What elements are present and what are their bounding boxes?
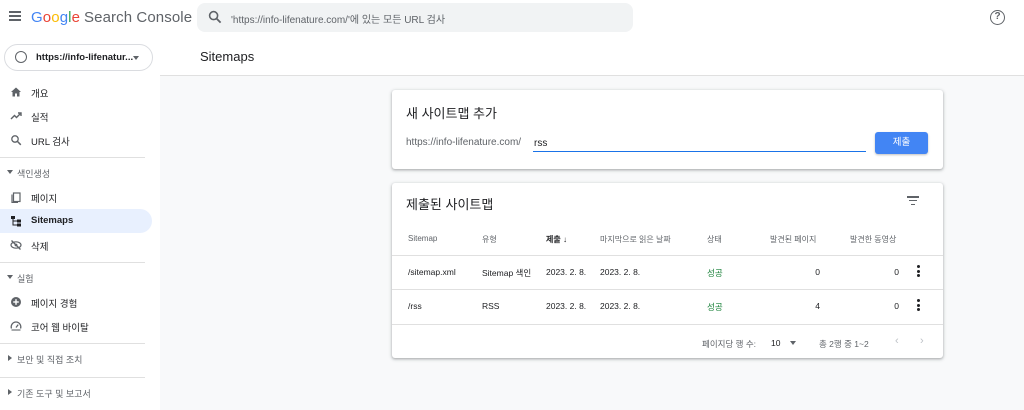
nav-label: 코어 웹 바이탈	[31, 323, 89, 334]
cell-videos: 0	[894, 301, 899, 311]
rows-per-page-label: 페이지당 행 수:	[702, 339, 757, 349]
collapse-icon	[7, 275, 13, 279]
search-icon	[208, 10, 222, 24]
chevron-down-icon[interactable]	[790, 341, 796, 345]
property-selector[interactable]: https://info-lifenatur...	[4, 44, 153, 71]
nav-removals[interactable]: 삭제	[0, 233, 152, 257]
sitemap-icon	[11, 216, 21, 227]
left-navigation: https://info-lifenatur... 개요 실적 URL 검사 색…	[0, 36, 160, 410]
help-icon[interactable]: ?	[990, 10, 1005, 25]
section-label: 보안 및 직접 조치	[17, 355, 83, 365]
more-vert-icon[interactable]	[917, 299, 921, 313]
nav-overview[interactable]: 개요	[0, 80, 152, 104]
add-circle-icon	[11, 297, 21, 307]
section-label: 기존 도구 및 보고서	[17, 389, 91, 399]
table-pagination: 페이지당 행 수: 10 총 2행 중 1~2 ‹ ›	[392, 324, 943, 358]
nav-core-web-vitals[interactable]: 코어 웹 바이탈	[0, 314, 152, 338]
chevron-right-icon[interactable]: ›	[920, 335, 924, 347]
expand-icon	[8, 355, 12, 361]
nav-label: URL 검사	[31, 137, 70, 148]
menu-icon[interactable]	[9, 11, 21, 21]
column-header[interactable]: Sitemap	[408, 234, 437, 243]
trending-up-icon	[10, 112, 22, 120]
cell-submitted: 2023. 2. 8.	[546, 267, 587, 277]
cell-status: 성공	[707, 302, 723, 312]
section-experience[interactable]: 실험	[0, 268, 152, 288]
nav-label: 개요	[31, 89, 49, 100]
property-label: https://info-lifenatur...	[36, 52, 134, 63]
top-app-bar: Google Search Console 'https://info-lifen…	[0, 0, 1024, 36]
add-sitemap-card: 새 사이트맵 추가 https://info-lifenature.com/ 제…	[392, 90, 943, 169]
section-legacy-tools[interactable]: 기존 도구 및 보고서	[0, 383, 152, 403]
cell-submitted: 2023. 2. 8.	[546, 301, 587, 311]
table-row[interactable]: /sitemap.xml Sitemap 색인 2023. 2. 8. 2023…	[392, 255, 943, 289]
cell-last-read: 2023. 2. 8.	[600, 267, 641, 277]
section-indexing[interactable]: 색인생성	[0, 163, 152, 183]
cell-pages: 4	[815, 301, 820, 311]
cell-type: Sitemap 색인	[482, 268, 532, 278]
filter-icon[interactable]	[907, 196, 919, 206]
cell-sitemap: /rss	[408, 301, 422, 311]
search-icon	[11, 135, 22, 146]
submitted-sitemaps-card: 제출된 사이트맵 Sitemap 유형 제출 ↓ 마지막으로 읽은 날짜 상태 …	[392, 183, 943, 358]
nav-pages[interactable]: 페이지	[0, 185, 152, 209]
nav-divider	[0, 157, 145, 158]
column-header[interactable]: 유형	[482, 234, 497, 245]
product-name: Search Console	[84, 9, 193, 26]
chevron-down-icon	[133, 56, 139, 60]
nav-label: 실적	[31, 113, 49, 124]
submit-button[interactable]: 제출	[875, 132, 928, 154]
nav-label: 페이지	[31, 194, 58, 205]
cell-sitemap: /sitemap.xml	[408, 267, 456, 277]
page-title: Sitemaps	[200, 49, 255, 64]
column-header[interactable]: 발견된 페이지	[770, 234, 816, 245]
column-header-sorted[interactable]: 제출 ↓	[546, 234, 567, 245]
card-title: 새 사이트맵 추가	[406, 106, 497, 121]
nav-performance[interactable]: 실적	[0, 104, 152, 128]
pagination-count: 총 2행 중 1~2	[819, 339, 869, 349]
nav-page-experience[interactable]: 페이지 경험	[0, 290, 152, 314]
cell-status: 성공	[707, 268, 723, 278]
cell-pages: 0	[815, 267, 820, 277]
url-inspection-search[interactable]: 'https://info-lifenature.com/'에 있는 모든 UR…	[197, 3, 633, 32]
card-title: 제출된 사이트맵	[406, 197, 494, 212]
rows-per-page-select[interactable]: 10	[771, 338, 780, 348]
nav-url-inspection[interactable]: URL 검사	[0, 128, 152, 152]
expand-icon	[8, 389, 12, 395]
nav-label: Sitemaps	[31, 215, 74, 226]
collapse-icon	[7, 170, 13, 174]
column-header[interactable]: 마지막으로 읽은 날짜	[600, 234, 671, 245]
column-header-label: 제출	[546, 235, 561, 244]
page-header: Sitemaps	[160, 36, 1024, 76]
arrow-down-icon: ↓	[562, 235, 567, 244]
column-header[interactable]: 발견한 동영상	[850, 234, 896, 245]
cell-type: RSS	[482, 301, 500, 311]
chevron-left-icon[interactable]: ‹	[895, 335, 899, 347]
nav-label: 삭제	[31, 242, 49, 253]
more-vert-icon[interactable]	[917, 265, 921, 279]
speed-icon	[10, 321, 22, 331]
section-label: 실험	[17, 274, 34, 284]
section-label: 색인생성	[17, 169, 51, 179]
section-security[interactable]: 보안 및 직접 조치	[0, 349, 152, 369]
home-icon	[11, 87, 21, 97]
product-logo[interactable]: Google Search Console	[31, 9, 192, 26]
pages-icon	[11, 192, 21, 203]
nav-label: 페이지 경험	[31, 299, 78, 310]
cell-videos: 0	[894, 267, 899, 277]
nav-divider	[0, 377, 145, 378]
url-prefix: https://info-lifenature.com/	[406, 137, 522, 148]
sitemap-url-input[interactable]	[533, 135, 866, 152]
nav-divider	[0, 262, 145, 263]
globe-icon	[15, 51, 27, 63]
google-wordmark: Google	[31, 9, 81, 26]
column-header[interactable]: 상태	[707, 234, 722, 245]
nav-sitemaps[interactable]: Sitemaps	[0, 209, 152, 233]
table-header: Sitemap 유형 제출 ↓ 마지막으로 읽은 날짜 상태 발견된 페이지 발…	[392, 232, 943, 254]
search-placeholder: 'https://info-lifenature.com/'에 있는 모든 UR…	[231, 15, 446, 26]
visibility-off-icon	[10, 240, 22, 250]
cell-last-read: 2023. 2. 8.	[600, 301, 641, 311]
table-row[interactable]: /rss RSS 2023. 2. 8. 2023. 2. 8. 성공 4 0	[392, 289, 943, 323]
nav-divider	[0, 343, 145, 344]
